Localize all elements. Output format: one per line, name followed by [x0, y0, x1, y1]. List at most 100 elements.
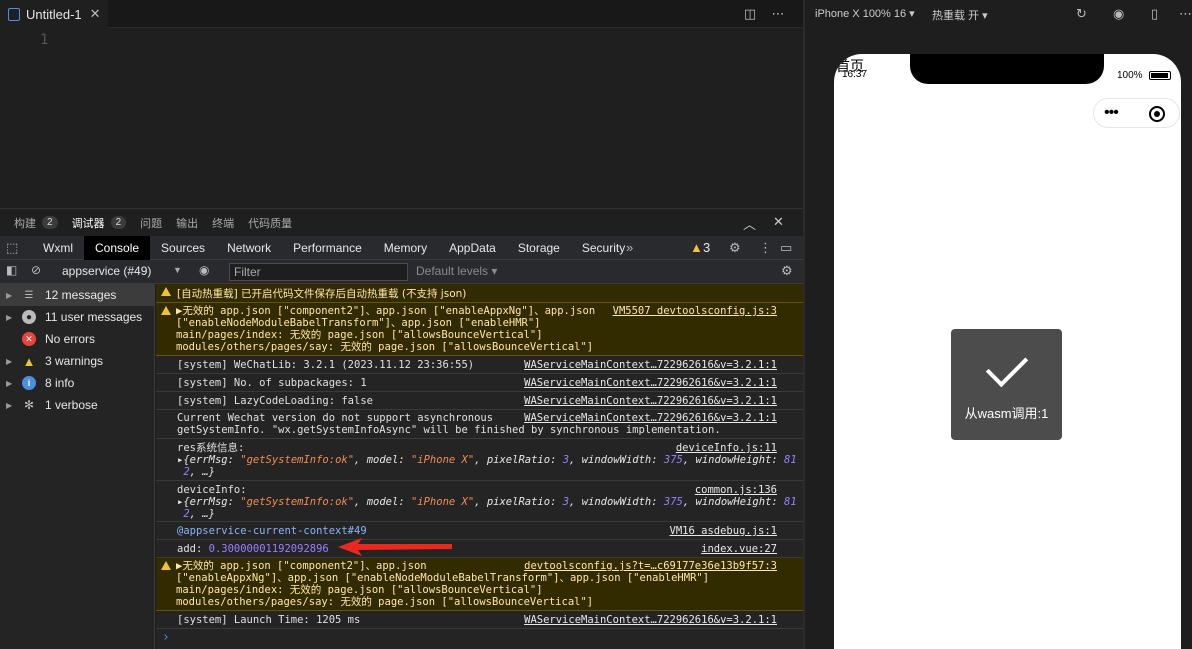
chevron-right-icon[interactable]: ▶: [6, 291, 16, 300]
editor-tab-untitled[interactable]: Untitled-1 ✕: [0, 0, 108, 28]
source-link[interactable]: index.vue:27: [701, 543, 777, 555]
chevron-right-icon[interactable]: ▶: [6, 379, 16, 388]
tab-memory[interactable]: Memory: [373, 236, 438, 260]
expandable-object[interactable]: ▸{errMsg: "getSystemInfo:ok", model: "iP…: [177, 496, 797, 520]
eye-icon[interactable]: ◉: [199, 263, 209, 277]
more-icon[interactable]: ⋯: [770, 6, 786, 22]
refresh-icon[interactable]: ↻: [1076, 6, 1087, 22]
sidebar-item-errors[interactable]: ✕ No errors: [0, 328, 154, 350]
tab-label: 代码质量: [248, 217, 293, 230]
tab-terminal[interactable]: 终端: [212, 215, 234, 231]
source-link[interactable]: VM16 asdebug.js:1: [670, 525, 777, 537]
inspect-element-icon[interactable]: ⬚: [0, 236, 32, 260]
devtools-tab-bar: ⬚ Wxml Console Sources Network Performan…: [0, 235, 803, 260]
console-settings-icon[interactable]: ⚙: [781, 263, 793, 279]
dock-icon[interactable]: ▭: [780, 236, 792, 260]
success-toast: 从wasm调用:1: [951, 329, 1062, 440]
editor-tab-bar: Untitled-1 ✕ ◫ ⋯: [0, 0, 803, 28]
gear-icon[interactable]: ⚙: [729, 236, 741, 260]
collapse-panel-icon[interactable]: ︿: [743, 214, 756, 233]
console-sidebar: ▶ ☰ 12 messages ▶ ● 11 user messages ✕ N…: [0, 284, 155, 649]
close-miniprogram-icon[interactable]: [1149, 106, 1165, 122]
tab-appdata[interactable]: AppData: [438, 236, 507, 260]
source-link[interactable]: WAServiceMainContext…722962616&v=3.2.1:1: [524, 395, 777, 407]
warning-count-icon[interactable]: ▲: [690, 236, 703, 260]
source-link[interactable]: WAServiceMainContext…722962616&v=3.2.1:1: [524, 359, 777, 371]
tab-code-quality[interactable]: 代码质量: [248, 215, 292, 231]
console-log[interactable]: [自动热重载] 已开启代码文件保存后自动热重载 (不支持 json) ▶无效的 …: [156, 284, 803, 649]
split-editor-icon[interactable]: ◫: [742, 6, 758, 22]
log-entry: [system] LazyCodeLoading: false WAServic…: [156, 392, 803, 410]
phone-icon[interactable]: ▯: [1151, 6, 1158, 22]
log-entry: Current Wechat version do not support as…: [156, 410, 803, 439]
user-icon: ●: [22, 310, 36, 324]
sidebar-toggle-icon[interactable]: ◧: [6, 263, 17, 277]
sidebar-item-info[interactable]: ▶ i 8 info: [0, 372, 154, 394]
tab-label: 构建: [14, 217, 36, 230]
more-menu-icon[interactable]: •••: [1104, 104, 1119, 122]
sidebar-item-user-messages[interactable]: ▶ ● 11 user messages: [0, 306, 154, 328]
log-warning[interactable]: ▶无效的 app.json ["component2"]、app.json ["…: [156, 303, 803, 356]
clear-console-icon[interactable]: ⊘: [31, 263, 41, 277]
sidebar-item-messages[interactable]: ▶ ☰ 12 messages: [0, 284, 154, 306]
log-levels-select[interactable]: Default levels ▾: [416, 264, 497, 278]
chevron-right-icon[interactable]: ▶: [6, 313, 16, 322]
hot-reload-toggle[interactable]: 热重载 开 ▾: [932, 7, 988, 23]
sidebar-item-label: 1 verbose: [45, 398, 98, 412]
log-warning[interactable]: ▶无效的 app.json ["component2"]、app.json ["…: [156, 558, 803, 611]
filter-input[interactable]: Filter: [229, 263, 408, 281]
more-icon[interactable]: ⋯: [1179, 6, 1192, 22]
log-levels-label: Default levels: [416, 264, 489, 278]
count-badge: 2: [42, 216, 58, 229]
battery-icon: [1149, 71, 1171, 80]
console-toolbar: ◧ ⊘ appservice (#49) ▼ ◉ Filter Default …: [0, 260, 803, 284]
tab-performance[interactable]: Performance: [282, 236, 373, 260]
source-link[interactable]: WAServiceMainContext…722962616&v=3.2.1:1: [524, 377, 777, 389]
sidebar-item-warnings[interactable]: ▶ ▲ 3 warnings: [0, 350, 154, 372]
sidebar-item-label: 3 warnings: [45, 354, 104, 368]
annotation-arrow: [338, 538, 452, 556]
expandable-object[interactable]: ▸{errMsg: "getSystemInfo:ok", model: "iP…: [177, 454, 797, 478]
log-entry: [system] No. of subpackages: 1 WAService…: [156, 374, 803, 392]
console-prompt[interactable]: ›: [162, 630, 170, 645]
devtools-window: Untitled-1 ✕ ◫ ⋯ 1 构建 2 调试器 2 问题 输出 终端 代…: [0, 0, 1192, 649]
chevron-right-icon[interactable]: ▶: [6, 357, 16, 366]
log-entry[interactable]: deviceInfo: common.js:136 ▸{errMsg: "get…: [156, 481, 803, 522]
source-link[interactable]: common.js:136: [695, 484, 777, 496]
tab-debugger[interactable]: 调试器 2: [72, 215, 127, 231]
tab-build[interactable]: 构建 2: [14, 215, 58, 231]
tab-wxml[interactable]: Wxml: [32, 236, 84, 260]
source-link[interactable]: WAServiceMainContext…722962616&v=3.2.1:1: [524, 614, 777, 626]
source-link[interactable]: VM5507 devtoolsconfig.js:3: [613, 305, 777, 317]
chevron-right-icon[interactable]: ▶: [6, 401, 16, 410]
source-link[interactable]: devtoolsconfig.js?t=…c69177e36e13b9f57:3: [524, 560, 777, 572]
warning-icon: [161, 561, 171, 570]
tab-network[interactable]: Network: [216, 236, 282, 260]
file-icon: [8, 7, 20, 21]
record-icon[interactable]: ◉: [1113, 6, 1124, 22]
sidebar-item-verbose[interactable]: ▶ ✻ 1 verbose: [0, 394, 154, 416]
phone-screen[interactable]: 首页 16:37 100% ••• 从wasm调用:1: [834, 54, 1181, 649]
editor-tab-label: Untitled-1: [26, 6, 82, 22]
warning-icon: [161, 287, 171, 296]
context-select[interactable]: appservice (#49): [62, 264, 151, 278]
tab-storage[interactable]: Storage: [507, 236, 571, 260]
close-icon[interactable]: ✕: [90, 6, 101, 22]
tab-console[interactable]: Console: [84, 235, 151, 260]
close-panel-icon[interactable]: ✕: [773, 214, 784, 230]
kebab-menu-icon[interactable]: ⋮: [759, 236, 772, 260]
chevron-down-icon[interactable]: ▼: [173, 265, 182, 275]
log-entry[interactable]: res系统信息: deviceInfo.js:11 ▸{errMsg: "get…: [156, 439, 803, 481]
code-editor[interactable]: Untitled-1 ✕ ◫ ⋯ 1: [0, 0, 803, 208]
source-link[interactable]: deviceInfo.js:11: [676, 442, 777, 454]
device-select[interactable]: iPhone X 100% 16 ▾: [815, 7, 915, 20]
tab-sources[interactable]: Sources: [150, 236, 216, 260]
warning-icon: ▲: [22, 353, 36, 369]
more-tabs-icon[interactable]: »: [626, 236, 633, 260]
source-link[interactable]: WAServiceMainContext…722962616&v=3.2.1:1: [524, 412, 777, 424]
log-entry: [system] Launch Time: 1205 ms WAServiceM…: [156, 611, 803, 629]
count-badge: 2: [110, 216, 127, 229]
tab-problems[interactable]: 问题: [140, 215, 162, 231]
phone-notch: [910, 54, 1104, 84]
tab-output[interactable]: 输出: [176, 215, 198, 231]
